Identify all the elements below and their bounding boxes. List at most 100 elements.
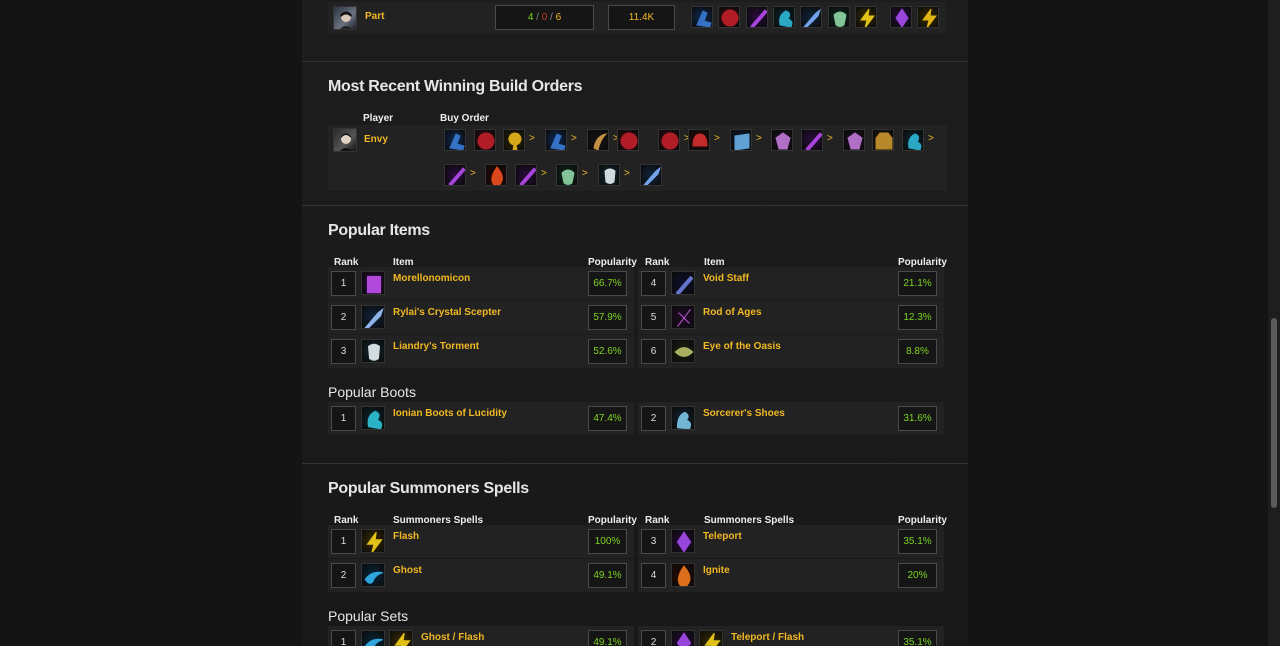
orb-red-icon[interactable] <box>658 129 680 151</box>
mask-green-icon[interactable] <box>828 6 850 28</box>
player-name[interactable]: Envy <box>364 134 388 145</box>
player-name[interactable]: Part <box>365 11 384 22</box>
item-name[interactable]: Eye of the Oasis <box>703 341 781 352</box>
sorcerers-shoes-icon[interactable] <box>671 406 695 430</box>
dark-purple-icon[interactable] <box>843 129 865 151</box>
mask-green-icon[interactable] <box>556 164 578 186</box>
popular-boots-title: Popular Boots <box>328 384 416 400</box>
rank-badge: 4 <box>641 563 666 588</box>
staff-purple-icon[interactable] <box>801 129 823 151</box>
popularity-value: 49.1% <box>588 630 627 646</box>
rank-badge: 2 <box>331 563 356 588</box>
rank-badge: 2 <box>331 305 356 330</box>
teleport-purple-icon[interactable] <box>890 6 912 28</box>
rank-badge: 3 <box>641 529 666 554</box>
eye-of-oasis-icon[interactable] <box>671 339 695 363</box>
dark-purple-icon[interactable] <box>771 129 793 151</box>
rod-of-ages-icon[interactable] <box>671 305 695 329</box>
orb-red-icon[interactable] <box>474 129 496 151</box>
order-separator: > <box>571 133 577 144</box>
scroll-thumb[interactable] <box>1271 318 1277 508</box>
kda-box: 4 / 0 / 6 <box>495 5 594 30</box>
rylais-scepter-icon[interactable] <box>361 305 385 329</box>
boots-blue-icon[interactable] <box>545 129 567 151</box>
flash-icon[interactable] <box>389 630 413 646</box>
boots-name[interactable]: Sorcerer's Shoes <box>703 408 785 419</box>
teleport-icon[interactable] <box>671 630 695 646</box>
order-separator: > <box>827 133 833 144</box>
boots-blue-icon[interactable] <box>691 6 713 28</box>
popularity-value: 100% <box>588 529 627 554</box>
boots-blue-icon[interactable] <box>444 129 466 151</box>
col-header-buy-order: Buy Order <box>440 113 489 124</box>
item-name[interactable]: Liandry's Torment <box>393 341 479 352</box>
liandrys-torment-icon[interactable] <box>361 339 385 363</box>
popularity-value: 49.1% <box>588 563 627 588</box>
scepter-blue-icon[interactable] <box>800 6 822 28</box>
col-header-player: Player <box>363 113 394 124</box>
face-white-icon[interactable] <box>598 164 620 186</box>
orb-red-icon[interactable] <box>718 6 740 28</box>
popularity-value: 57.9% <box>588 305 627 330</box>
ghost-icon[interactable] <box>361 563 385 587</box>
boots-teal-icon[interactable] <box>773 6 795 28</box>
flash-icon[interactable] <box>699 630 723 646</box>
kda-sep-1: / <box>533 12 542 23</box>
popular-items-title: Popular Items <box>328 222 430 239</box>
red-fire-icon[interactable] <box>485 164 507 186</box>
staff-purple-icon[interactable] <box>444 164 466 186</box>
staff-purple-icon[interactable] <box>515 164 537 186</box>
section-divider <box>302 205 968 206</box>
popularity-value: 12.3% <box>898 305 937 330</box>
rank-badge: 1 <box>331 271 356 296</box>
rank-badge: 1 <box>331 630 356 646</box>
rank-badge: 2 <box>641 406 666 431</box>
build-orders-title: Most Recent Winning Build Orders <box>328 78 583 95</box>
page-scrollbar[interactable] <box>1268 0 1280 646</box>
spell-name[interactable]: Ghost <box>393 565 422 576</box>
popularity-value: 47.4% <box>588 406 627 431</box>
lamp-yellow-icon[interactable] <box>503 129 525 151</box>
ignite-icon[interactable] <box>671 563 695 587</box>
order-separator: > <box>541 168 547 179</box>
kda-sep-2: / <box>547 12 556 23</box>
red-helm-icon[interactable] <box>688 129 710 151</box>
flash-gold-icon[interactable] <box>917 6 939 28</box>
boots-teal-icon[interactable] <box>902 129 924 151</box>
popularity-value: 35.1% <box>898 630 937 646</box>
item-name[interactable]: Morellonomicon <box>393 273 470 284</box>
section-divider <box>302 463 968 464</box>
orb-red-icon[interactable] <box>617 129 639 151</box>
chest-gold-icon[interactable] <box>872 129 894 151</box>
scepter-blue-icon[interactable] <box>640 164 662 186</box>
morellonomicon-icon[interactable] <box>361 271 385 295</box>
order-separator: > <box>928 133 934 144</box>
boots-name[interactable]: Ionian Boots of Lucidity <box>393 408 507 419</box>
book-blue-icon[interactable] <box>730 129 752 151</box>
set-name[interactable]: Teleport / Flash <box>731 632 804 643</box>
damage-box: 11.4K <box>608 5 675 30</box>
spell-name[interactable]: Teleport <box>703 531 742 542</box>
ghost-icon[interactable] <box>361 630 385 646</box>
flash-yellow-icon[interactable] <box>855 6 877 28</box>
item-name[interactable]: Void Staff <box>703 273 749 284</box>
kda-assists: 6 <box>555 12 562 23</box>
flash-icon[interactable] <box>361 529 385 553</box>
rank-badge: 6 <box>641 339 666 364</box>
teleport-icon[interactable] <box>671 529 695 553</box>
popularity-value: 35.1% <box>898 529 937 554</box>
player-avatar[interactable] <box>333 6 357 30</box>
player-avatar[interactable] <box>333 128 357 152</box>
staff-purple-icon[interactable] <box>746 6 768 28</box>
dark-blade-icon[interactable] <box>587 129 609 151</box>
item-name[interactable]: Rod of Ages <box>703 307 762 318</box>
void-staff-icon[interactable] <box>671 271 695 295</box>
order-separator: > <box>529 133 535 144</box>
ionian-boots-icon[interactable] <box>361 406 385 430</box>
set-name[interactable]: Ghost / Flash <box>421 632 484 643</box>
rank-badge: 3 <box>331 339 356 364</box>
spell-name[interactable]: Ignite <box>703 565 730 576</box>
item-name[interactable]: Rylai's Crystal Scepter <box>393 307 501 318</box>
spell-name[interactable]: Flash <box>393 531 419 542</box>
rank-badge: 1 <box>331 529 356 554</box>
